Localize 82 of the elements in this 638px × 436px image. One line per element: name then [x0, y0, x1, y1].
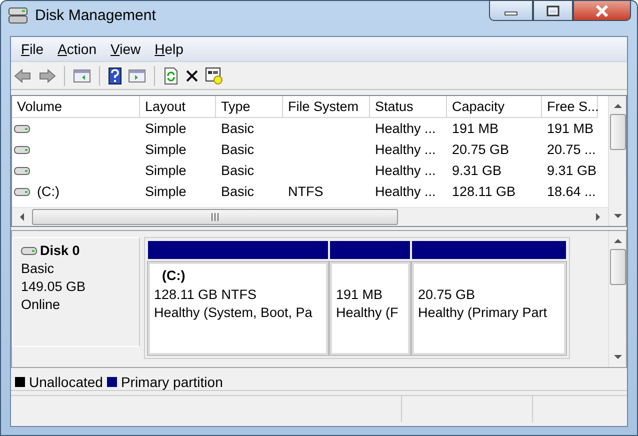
back-arrow-icon[interactable]	[14, 68, 32, 84]
column-header[interactable]: Volume	[12, 96, 140, 118]
grip-icon	[210, 213, 220, 221]
scrollbar-thumb[interactable]	[610, 114, 626, 150]
table-cell: (C:)	[37, 184, 60, 199]
delete-icon[interactable]	[185, 68, 199, 82]
table-cell: Simple	[145, 184, 186, 199]
menu-item[interactable]: View	[104, 39, 148, 59]
tree-pane-icon[interactable]	[73, 68, 91, 84]
table-cell: 20.75 ...	[547, 142, 596, 157]
column-header[interactable]: Type	[216, 96, 283, 118]
table-cell: Healthy ...	[375, 121, 436, 136]
close-icon	[594, 4, 610, 18]
properties-icon[interactable]	[205, 66, 223, 84]
drive-icon	[14, 124, 30, 134]
legend-label: Unallocated	[29, 374, 103, 390]
table-cell: Simple	[145, 163, 186, 178]
horizontal-scrollbar[interactable]	[12, 207, 608, 226]
scroll-up-icon[interactable]	[612, 102, 622, 110]
disk-drive-icon	[7, 6, 29, 26]
partition-status: Healthy (Primary Part	[418, 305, 548, 320]
partition-block[interactable]: 191 MB Healthy (F	[330, 262, 410, 355]
table-cell: 9.31 GB	[547, 163, 597, 178]
table-cell: Basic	[221, 184, 254, 199]
partition-size: 20.75 GB	[418, 287, 476, 302]
drive-icon	[14, 186, 30, 196]
drive-icon	[14, 166, 30, 176]
table-cell: 191 MB	[452, 121, 499, 136]
drive-icon	[14, 144, 30, 154]
scroll-left-icon[interactable]	[18, 212, 26, 222]
table-cell: 9.31 GB	[452, 163, 502, 178]
table-cell: Basic	[221, 121, 254, 136]
minimize-button[interactable]	[489, 0, 533, 21]
table-cell: Simple	[145, 142, 186, 157]
column-header[interactable]: Status	[370, 96, 447, 118]
scroll-up-icon[interactable]	[612, 237, 622, 245]
table-cell: 128.11 GB	[452, 184, 516, 199]
column-header[interactable]: Capacity	[447, 96, 542, 118]
scrollbar-thumb[interactable]	[32, 209, 398, 225]
menu-item[interactable]: Help	[148, 39, 190, 59]
action-pane-icon[interactable]	[128, 68, 146, 84]
partition-size: 191 MB	[336, 287, 384, 302]
table-cell: 18.64 ...	[547, 184, 596, 199]
table-cell: 20.75 GB	[452, 142, 510, 157]
table-cell: Healthy ...	[375, 184, 436, 199]
maximize-icon	[546, 4, 560, 16]
menu-item[interactable]: File	[14, 39, 51, 59]
legend-label: Primary partition	[120, 374, 223, 390]
disk-status: Online	[21, 297, 62, 312]
partition-size: 128.11 GB NTFS	[154, 287, 258, 302]
scroll-down-icon[interactable]	[612, 353, 622, 361]
vertical-scrollbar[interactable]	[608, 231, 626, 367]
scroll-down-icon[interactable]	[612, 212, 622, 220]
scroll-right-icon[interactable]	[594, 212, 602, 222]
column-header[interactable]: File System	[283, 96, 370, 118]
table-cell: Basic	[221, 142, 254, 157]
table-cell: Healthy ...	[375, 142, 436, 157]
column-header[interactable]: Free S...	[542, 96, 598, 118]
vertical-scrollbar[interactable]	[608, 96, 626, 226]
drive-icon	[21, 246, 37, 256]
partition-block[interactable]: 20.75 GB Healthy (Primary Part	[412, 262, 566, 355]
window-title: Disk Management	[35, 7, 156, 24]
partition-name: (C:)	[161, 268, 186, 284]
partition-block[interactable]: (C:) 128.11 GB NTFS Healthy (System, Boot, Pa	[148, 262, 328, 355]
partition-status: Healthy (System, Boot, Pa	[154, 305, 314, 320]
column-header[interactable]: Layout	[140, 96, 216, 118]
disk-size: 149.05 GB	[21, 279, 87, 294]
disk-type: Basic	[21, 261, 56, 276]
table-cell: NTFS	[288, 184, 324, 199]
help-icon[interactable]	[108, 66, 122, 84]
scrollbar-thumb[interactable]	[610, 249, 626, 285]
table-cell: Simple	[145, 121, 186, 136]
close-button[interactable]	[573, 0, 631, 21]
table-cell: Basic	[221, 163, 254, 178]
partition-status: Healthy (F	[336, 305, 400, 320]
table-cell: 191 MB	[547, 121, 594, 136]
maximize-button[interactable]	[533, 0, 573, 21]
refresh-icon[interactable]	[163, 66, 179, 84]
disk-name: Disk 0	[40, 243, 80, 258]
menu-item[interactable]: Action	[50, 39, 104, 59]
forward-arrow-icon[interactable]	[38, 68, 56, 84]
table-cell: Healthy ...	[375, 163, 436, 178]
